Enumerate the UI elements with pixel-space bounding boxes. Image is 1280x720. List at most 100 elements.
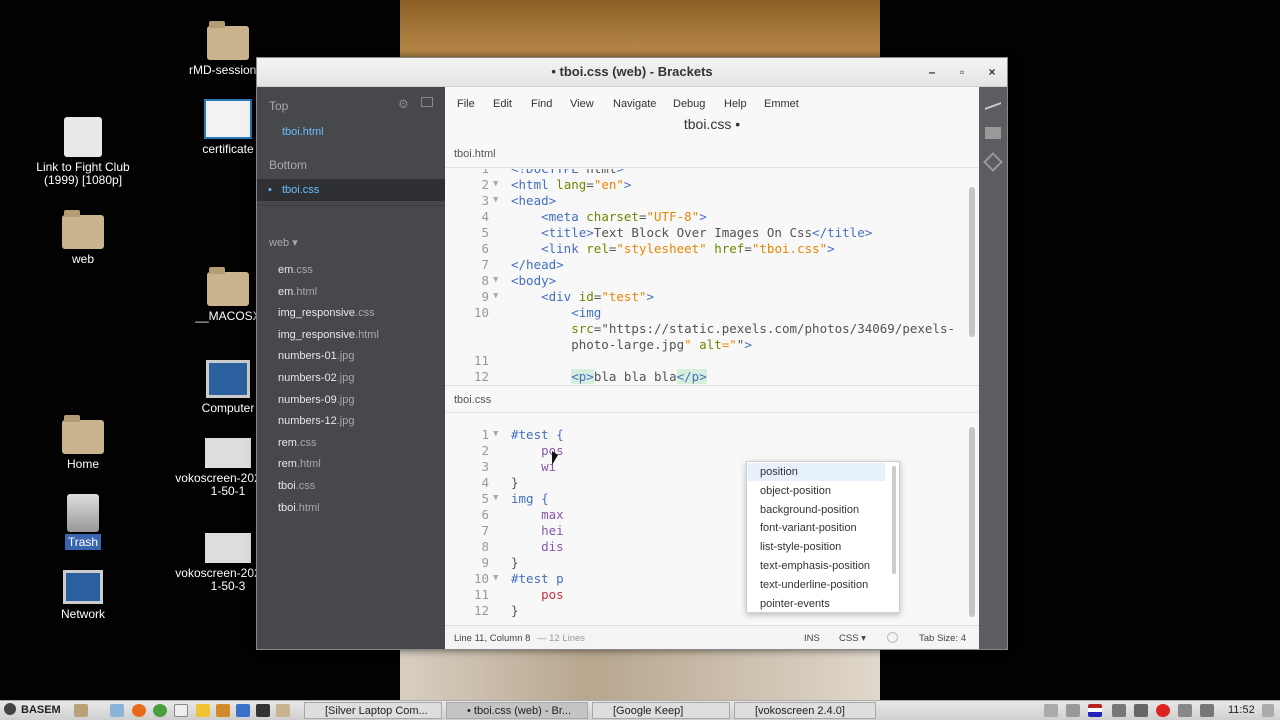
code-line[interactable]: <title>Text Block Over Images On Css</ti… bbox=[511, 225, 872, 240]
network-tray-icon[interactable] bbox=[1178, 704, 1192, 717]
code-line[interactable]: #test p bbox=[511, 571, 564, 586]
code-hint-item[interactable]: text-emphasis-position bbox=[760, 557, 870, 575]
volume-icon[interactable] bbox=[1200, 704, 1214, 717]
file-tree-item[interactable]: rem.css bbox=[257, 432, 445, 454]
file-tree-item[interactable]: tboi.html bbox=[257, 497, 445, 519]
code-hint-item[interactable]: object-position bbox=[760, 482, 831, 500]
task-vokoscreen[interactable]: [vokoscreen 2.4.0] bbox=[734, 702, 876, 719]
menu-file[interactable]: File bbox=[457, 98, 475, 110]
file-tree-item[interactable]: em.css bbox=[257, 259, 445, 281]
fold-arrow-icon[interactable]: ▼ bbox=[493, 291, 498, 301]
code-line[interactable]: wi bbox=[511, 459, 556, 474]
linter-status-icon[interactable] bbox=[887, 632, 898, 643]
file-tree-item[interactable]: numbers-09.jpg bbox=[257, 389, 445, 411]
bluetooth-icon[interactable] bbox=[1134, 704, 1148, 717]
code-line[interactable]: hei bbox=[511, 523, 564, 538]
file-tree-item[interactable]: numbers-02.jpg bbox=[257, 367, 445, 389]
brackets-launcher-icon[interactable] bbox=[236, 704, 250, 717]
code-line[interactable]: <meta charset="UTF-8"> bbox=[511, 209, 707, 224]
menu-find[interactable]: Find bbox=[531, 98, 552, 110]
code-line[interactable]: <p>bla bla bla</p> bbox=[511, 369, 707, 384]
menu-emmet[interactable]: Emmet bbox=[764, 98, 799, 110]
desktop-icon-home[interactable]: Home bbox=[28, 415, 138, 471]
cursor-position[interactable]: Line 11, Column 8 bbox=[454, 633, 530, 644]
code-line[interactable]: max bbox=[511, 507, 564, 522]
task-brackets[interactable]: • tboi.css (web) - Br... bbox=[446, 702, 588, 719]
tray-icon[interactable] bbox=[1112, 704, 1126, 717]
fold-arrow-icon[interactable]: ▼ bbox=[493, 573, 498, 583]
code-hint-item[interactable]: list-style-position bbox=[760, 538, 841, 556]
insert-mode[interactable]: INS bbox=[804, 633, 820, 644]
code-line[interactable]: <div id="test"> bbox=[511, 289, 654, 304]
code-hint-item[interactable]: text-underline-position bbox=[760, 576, 868, 594]
file-tree-item[interactable]: numbers-01.jpg bbox=[257, 345, 445, 367]
tab-size[interactable]: Tab Size: 4 bbox=[919, 633, 966, 644]
code-hint-item[interactable]: pointer-events bbox=[760, 595, 830, 613]
pane-title-html[interactable]: tboi.html bbox=[445, 140, 979, 168]
keyboard-layout-icon[interactable] bbox=[1088, 704, 1102, 717]
gear-icon[interactable]: ⚙ bbox=[398, 97, 409, 111]
files-launcher-icon[interactable] bbox=[74, 704, 88, 717]
language-dropdown[interactable]: CSS ▾ bbox=[839, 633, 866, 644]
extension-manager-icon[interactable] bbox=[985, 127, 1001, 139]
project-dropdown[interactable]: web ▾ bbox=[269, 236, 298, 249]
fold-arrow-icon[interactable]: ▼ bbox=[493, 429, 498, 439]
fold-arrow-icon[interactable]: ▼ bbox=[493, 195, 498, 205]
code-hint-item[interactable]: background-position bbox=[760, 501, 859, 519]
code-line[interactable]: src="https://static.pexels.com/photos/34… bbox=[511, 321, 955, 336]
start-menu-label[interactable]: BASEM bbox=[21, 704, 61, 716]
code-line[interactable]: <link rel="stylesheet" href="tboi.css"> bbox=[511, 241, 835, 256]
window-titlebar[interactable]: • tboi.css (web) - Brackets – ▫ × bbox=[257, 58, 1007, 87]
code-line[interactable]: <!DOCTYPE html> bbox=[511, 169, 624, 176]
fold-arrow-icon[interactable]: ▼ bbox=[493, 275, 498, 285]
file-tree-item[interactable]: img_responsive.html bbox=[257, 324, 445, 346]
html-scrollbar[interactable] bbox=[969, 187, 975, 337]
start-menu-icon[interactable] bbox=[4, 703, 16, 715]
tray-window-icon[interactable] bbox=[1066, 704, 1080, 717]
file-tree-item[interactable]: tboi.css bbox=[257, 475, 445, 497]
code-line[interactable]: <img bbox=[511, 305, 601, 320]
code-line[interactable]: <body> bbox=[511, 273, 556, 288]
menu-help[interactable]: Help bbox=[724, 98, 747, 110]
terminal-launcher-icon[interactable] bbox=[256, 704, 270, 717]
code-line[interactable]: dis bbox=[511, 539, 564, 554]
code-line[interactable]: } bbox=[511, 603, 519, 618]
file-tree-item[interactable]: em.html bbox=[257, 281, 445, 303]
menu-edit[interactable]: Edit bbox=[493, 98, 512, 110]
clock[interactable]: 11:52 bbox=[1228, 704, 1255, 716]
folder-launcher-icon[interactable] bbox=[276, 704, 290, 717]
show-desktop-icon[interactable] bbox=[1262, 704, 1274, 717]
fold-arrow-icon[interactable]: ▼ bbox=[493, 493, 498, 503]
code-hint-item[interactable]: font-variant-position bbox=[760, 519, 857, 537]
desktop-launcher-icon[interactable] bbox=[110, 704, 124, 717]
editor-launcher-icon[interactable] bbox=[216, 704, 230, 717]
minimize-button[interactable]: – bbox=[919, 58, 945, 86]
menu-navigate[interactable]: Navigate bbox=[613, 98, 656, 110]
pane-title-css[interactable]: tboi.css bbox=[445, 385, 979, 413]
tray-app-icon[interactable] bbox=[1044, 704, 1058, 717]
desktop-icon-fight-club[interactable]: Link to Fight Club (1999) [1080p] bbox=[28, 117, 138, 187]
maximize-button[interactable]: ▫ bbox=[949, 58, 975, 86]
code-line[interactable]: <head> bbox=[511, 193, 556, 208]
code-line[interactable]: </head> bbox=[511, 257, 564, 272]
desktop-icon-trash[interactable]: Trash bbox=[28, 494, 138, 550]
working-file-tboi-html[interactable]: tboi.html bbox=[257, 121, 445, 143]
layers-icon[interactable] bbox=[983, 152, 1003, 172]
chrome-launcher-icon[interactable] bbox=[153, 704, 167, 717]
split-view-icon[interactable] bbox=[421, 97, 433, 107]
code-line[interactable]: } bbox=[511, 555, 519, 570]
code-hint-item[interactable]: position bbox=[760, 463, 798, 481]
fold-arrow-icon[interactable]: ▼ bbox=[493, 179, 498, 189]
code-line[interactable]: <html lang="en"> bbox=[511, 177, 631, 192]
desktop-icon-network[interactable]: Network bbox=[28, 570, 138, 621]
html-code-pane[interactable]: 1 <!DOCTYPE html> 2 ▼ <html lang="en"> 3 ▼ <hea… bbox=[445, 169, 979, 384]
task-silver-laptop[interactable]: [Silver Laptop Com... bbox=[304, 702, 442, 719]
file-tree-item[interactable]: numbers-12.jpg bbox=[257, 410, 445, 432]
close-button[interactable]: × bbox=[979, 58, 1005, 86]
code-line[interactable]: pos bbox=[511, 587, 564, 602]
task-google-keep[interactable]: [Google Keep] bbox=[592, 702, 730, 719]
file-tree-item[interactable]: img_responsive.css bbox=[257, 302, 445, 324]
menu-debug[interactable]: Debug bbox=[673, 98, 705, 110]
record-icon[interactable] bbox=[1156, 704, 1170, 717]
firefox-launcher-icon[interactable] bbox=[132, 704, 146, 717]
